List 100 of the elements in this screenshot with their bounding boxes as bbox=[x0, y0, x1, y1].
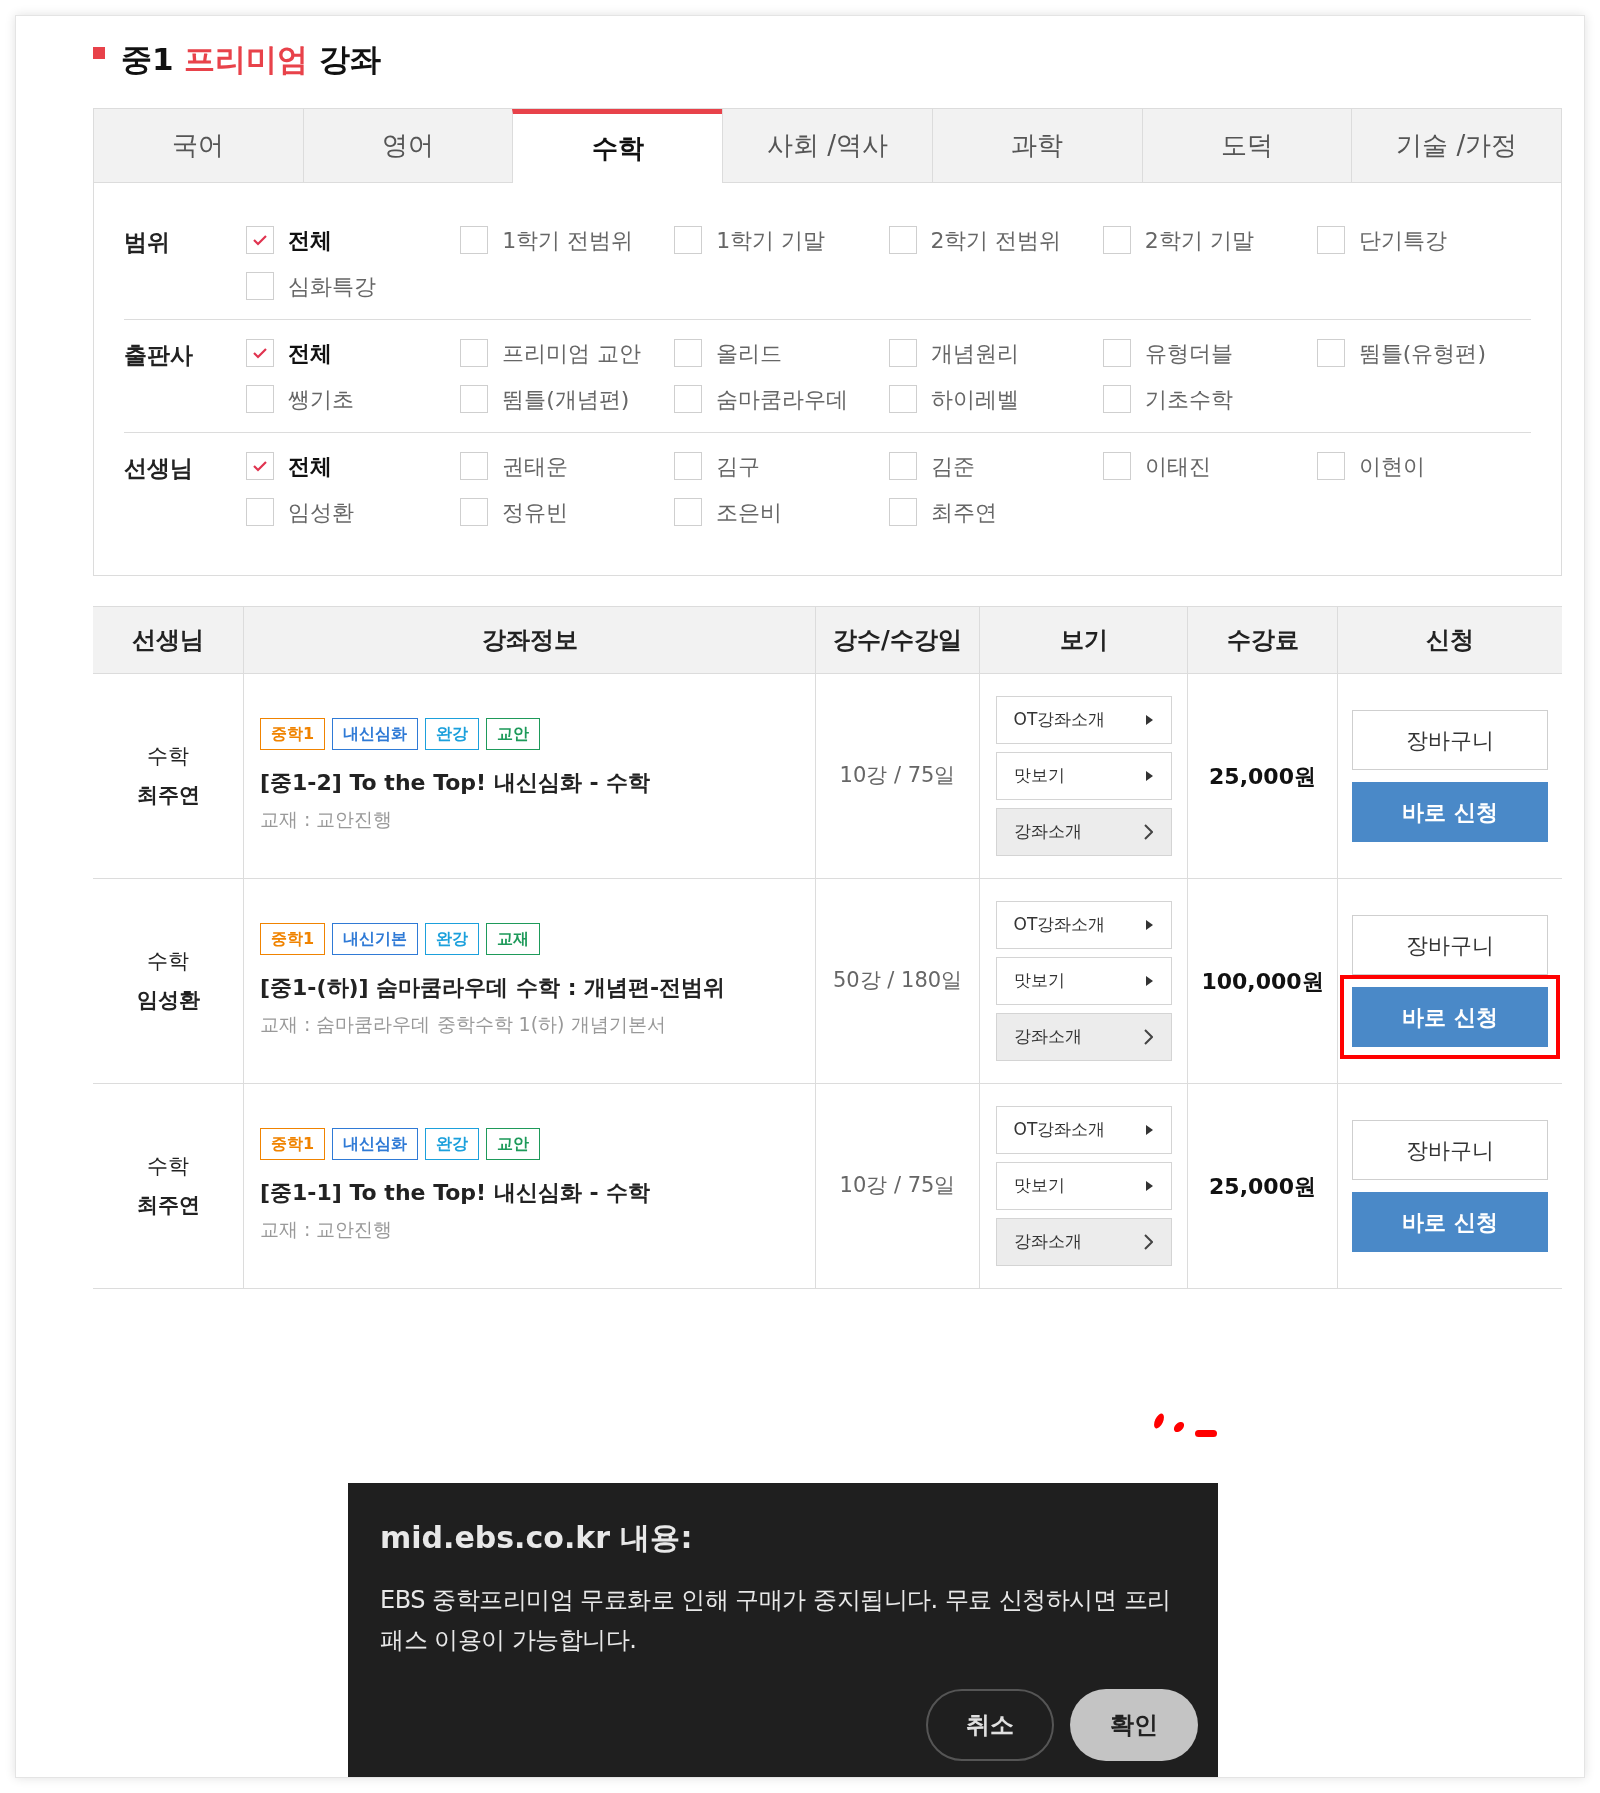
course-tag: 중학1 bbox=[260, 923, 326, 956]
textbook-text: 교재 : 숨마쿰라우데 중학수학 1(하) 개념기본서 bbox=[260, 1012, 667, 1038]
price-text: 100,000원 bbox=[1201, 967, 1324, 996]
checkbox[interactable] bbox=[246, 452, 274, 480]
checkbox[interactable] bbox=[888, 339, 917, 367]
filter-option: 2학기 기말 bbox=[1144, 223, 1254, 257]
play-icon bbox=[1145, 920, 1153, 930]
course-tag: 완강 bbox=[425, 923, 480, 956]
subject-tab[interactable]: 국어 bbox=[94, 109, 303, 183]
course-tag: 중학1 bbox=[260, 1128, 326, 1161]
subject-tab[interactable]: 수학 bbox=[512, 109, 723, 183]
filter-option: 개념원리 bbox=[930, 336, 1019, 370]
view-button[interactable]: 맛보기 bbox=[995, 752, 1172, 800]
checkbox[interactable] bbox=[460, 226, 489, 254]
cart-button[interactable]: 장바구니 bbox=[1352, 1120, 1548, 1180]
subject-tab[interactable]: 기술 /가정 bbox=[1351, 109, 1562, 183]
dialog-title: mid.ebs.co.kr 내용: bbox=[380, 1519, 694, 1557]
page-title: 중1 프리미엄 강좌 bbox=[121, 39, 382, 79]
textbook-text: 교재 : 교안진행 bbox=[260, 1217, 394, 1243]
filter-label: 출판사 bbox=[124, 341, 194, 370]
course-tag: 완강 bbox=[425, 1128, 480, 1161]
checkbox[interactable] bbox=[246, 385, 274, 413]
course-tag: 중학1 bbox=[260, 718, 326, 751]
cart-button[interactable]: 장바구니 bbox=[1352, 915, 1548, 975]
apply-button[interactable]: 바로 신청 bbox=[1352, 987, 1548, 1047]
checkmark-icon bbox=[252, 347, 268, 359]
checkbox[interactable] bbox=[1102, 385, 1131, 413]
filter-option: 조은비 bbox=[716, 495, 783, 529]
view-button[interactable]: 맛보기 bbox=[995, 1162, 1172, 1210]
checkbox[interactable] bbox=[460, 452, 489, 480]
filter-option: 쌩기초 bbox=[288, 382, 354, 416]
column-header: 보기 bbox=[979, 607, 1187, 673]
checkbox[interactable] bbox=[246, 226, 274, 254]
filter-option: 권태운 bbox=[502, 449, 569, 483]
title-marker bbox=[93, 47, 105, 59]
course-title[interactable]: [중1-2] To the Top! 내신심화 - 수학 bbox=[260, 766, 799, 800]
apply-button[interactable]: 바로 신청 bbox=[1352, 782, 1548, 842]
checkbox[interactable] bbox=[888, 452, 917, 480]
filter-option: 올리드 bbox=[716, 336, 783, 370]
subject-text: 수학 bbox=[147, 947, 189, 975]
cart-button[interactable]: 장바구니 bbox=[1352, 710, 1548, 770]
filter-option: 정유빈 bbox=[502, 495, 569, 529]
subject-tab[interactable]: 과학 bbox=[931, 109, 1142, 183]
filter-option: 숨마쿰라우데 bbox=[716, 382, 849, 416]
checkbox[interactable] bbox=[888, 498, 917, 526]
textbook-text: 교재 : 교안진행 bbox=[260, 807, 394, 833]
filter-label: 선생님 bbox=[124, 454, 194, 483]
checkbox[interactable] bbox=[246, 498, 274, 526]
subject-tab[interactable]: 도덕 bbox=[1141, 109, 1352, 183]
course-tag: 내신심화 bbox=[332, 1128, 419, 1161]
teacher-name: 임성환 bbox=[136, 987, 200, 1014]
checkbox[interactable] bbox=[888, 226, 917, 254]
chevron-right-icon bbox=[1143, 1029, 1153, 1045]
checkbox[interactable] bbox=[888, 385, 917, 413]
subject-tab[interactable]: 사회 /역사 bbox=[722, 109, 932, 183]
view-button[interactable]: 강좌소개 bbox=[995, 1218, 1172, 1266]
view-button[interactable]: OT강좌소개 bbox=[995, 696, 1172, 744]
apply-button[interactable]: 바로 신청 bbox=[1352, 1192, 1548, 1252]
checkbox[interactable] bbox=[674, 339, 703, 367]
checkmark-icon bbox=[252, 234, 268, 246]
filter-option: 전체 bbox=[288, 336, 332, 370]
view-button[interactable]: 강좌소개 bbox=[995, 1013, 1172, 1061]
lessons-text: 50강 / 180일 bbox=[832, 967, 963, 995]
checkbox[interactable] bbox=[246, 339, 274, 367]
checkbox[interactable] bbox=[1102, 339, 1131, 367]
checkbox[interactable] bbox=[1102, 452, 1131, 480]
column-header: 수강료 bbox=[1187, 607, 1337, 673]
checkbox[interactable] bbox=[460, 339, 489, 367]
filter-option: 이현이 bbox=[1358, 449, 1425, 483]
course-tag: 교재 bbox=[486, 923, 541, 956]
checkbox[interactable] bbox=[674, 452, 703, 480]
course-tag: 내신심화 bbox=[332, 718, 419, 751]
view-button[interactable]: OT강좌소개 bbox=[995, 1106, 1172, 1154]
subject-text: 수학 bbox=[147, 742, 189, 770]
checkbox[interactable] bbox=[674, 385, 703, 413]
confirm-button[interactable]: 확인 bbox=[1070, 1689, 1198, 1761]
view-button[interactable]: 강좌소개 bbox=[995, 808, 1172, 856]
play-icon bbox=[1145, 1181, 1153, 1191]
checkbox[interactable] bbox=[1316, 452, 1345, 480]
filter-option: 최주연 bbox=[930, 495, 997, 529]
subject-tab[interactable]: 영어 bbox=[302, 109, 513, 183]
column-header: 선생님 bbox=[131, 625, 205, 656]
checkbox[interactable] bbox=[674, 498, 703, 526]
checkbox[interactable] bbox=[460, 498, 489, 526]
course-title[interactable]: [중1-1] To the Top! 내신심화 - 수학 bbox=[260, 1176, 799, 1210]
view-button[interactable]: OT강좌소개 bbox=[995, 901, 1172, 949]
view-button[interactable]: 맛보기 bbox=[995, 957, 1172, 1005]
checkbox[interactable] bbox=[1316, 339, 1345, 367]
checkbox[interactable] bbox=[460, 385, 489, 413]
cancel-button[interactable]: 취소 bbox=[926, 1689, 1054, 1761]
filter-option: 전체 bbox=[288, 449, 332, 483]
price-text: 25,000원 bbox=[1209, 762, 1316, 791]
play-icon bbox=[1145, 771, 1153, 781]
course-title[interactable]: [중1-(하)] 숨마쿰라우데 수학 : 개념편-전범위 bbox=[260, 971, 799, 1005]
checkbox[interactable] bbox=[1102, 226, 1131, 254]
filter-option: 뜀틀(개념편) bbox=[502, 382, 630, 416]
checkbox[interactable] bbox=[1316, 226, 1345, 254]
course-tag: 교안 bbox=[486, 1128, 541, 1161]
checkbox[interactable] bbox=[674, 226, 703, 254]
checkbox[interactable] bbox=[246, 272, 274, 300]
